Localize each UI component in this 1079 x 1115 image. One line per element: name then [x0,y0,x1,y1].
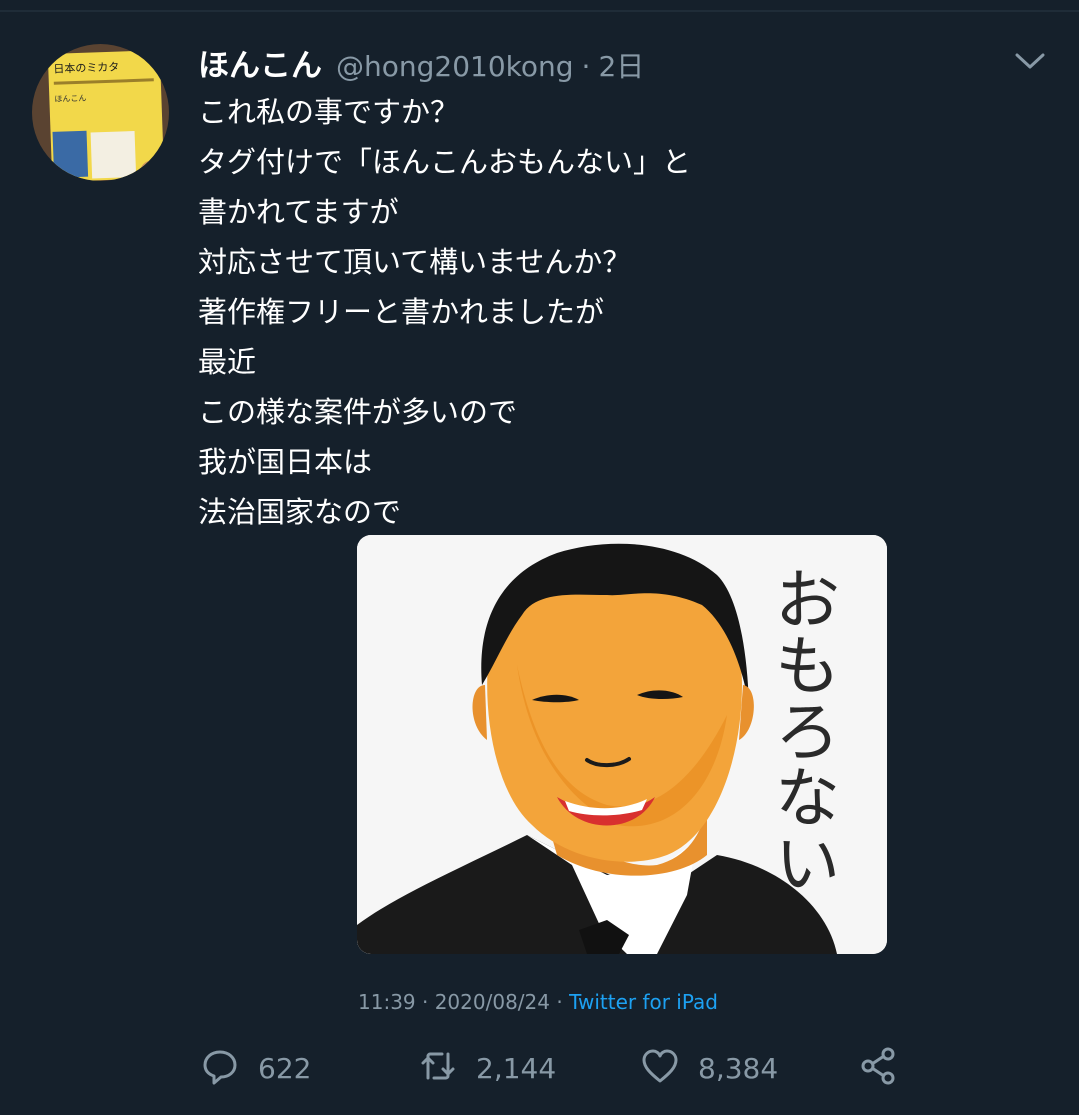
media-handwritten-text: おもろない [764,565,841,895]
retweet-button[interactable]: 2,144 [418,1045,556,1091]
share-button[interactable] [858,1045,898,1091]
tweet-header: ほんこん @hong2010kong · 2日 [198,40,644,88]
tweet-text-line: この様な案件が多いので [198,395,518,429]
tweet-text: これ私の事ですか？ タグ付けで「ほんこんおもんない」と 書かれてますが 対応させ… [198,87,998,537]
tweet-source-link[interactable]: Twitter for iPad [569,990,718,1014]
retweet-count: 2,144 [476,1051,557,1085]
avatar-book-panel [52,130,89,178]
display-name[interactable]: ほんこん [198,40,322,85]
tweet-detail-page: 日本のミカタ ほんこん ほんこん @hong2010kong · 2日 これ私の… [0,0,1079,1115]
tweet-text-line: 対応させて頂いて構いませんか？ [198,245,632,279]
avatar-book-stripe [53,78,154,85]
tweet-text-line: 著作権フリーと書かれましたが [198,295,605,329]
avatar-book-panel-light [90,131,137,179]
tweet-meta: 11:39 · 2020/08/24 · Twitter for iPad [358,990,718,1014]
avatar-book-author: ほんこん [54,93,87,104]
share-icon [858,1046,898,1090]
media-drawing: おもろない [357,535,887,954]
avatar-book-face [139,160,165,181]
avatar-book-title: 日本のミカタ [53,60,120,76]
relative-time[interactable]: 2日 [598,45,644,85]
tweet-text-line: これ私の事ですか？ [198,95,460,129]
tweet-text-line: 最近 [198,345,257,379]
tweet-text-line: 書かれてますが [198,195,399,229]
like-count: 8,384 [698,1051,779,1085]
top-divider [0,10,1079,12]
tweet-media-image[interactable]: おもろない [357,535,887,954]
user-handle[interactable]: @hong2010kong [336,50,574,83]
retweet-icon [418,1046,458,1090]
avatar[interactable]: 日本のミカタ ほんこん [32,44,169,181]
tweet-text-line: タグ付けで「ほんこんおもんない」と [198,145,692,179]
heart-icon [640,1046,680,1090]
tweet-text-line: 我が国日本は [198,445,373,479]
reply-count: 622 [258,1051,312,1085]
chevron-down-icon[interactable] [1010,46,1050,76]
separator-dot: · [581,50,591,83]
reply-button[interactable]: 622 [200,1045,311,1091]
tweet-text-line: 法治国家なので [198,495,402,529]
like-button[interactable]: 8,384 [640,1045,778,1091]
reply-icon [200,1046,240,1090]
tweet-timestamp: 11:39 · 2020/08/24 · [358,990,570,1014]
avatar-book-image: 日本のミカタ ほんこん [47,50,165,181]
tweet-actions: 622 2,144 8,384 [200,1045,920,1095]
